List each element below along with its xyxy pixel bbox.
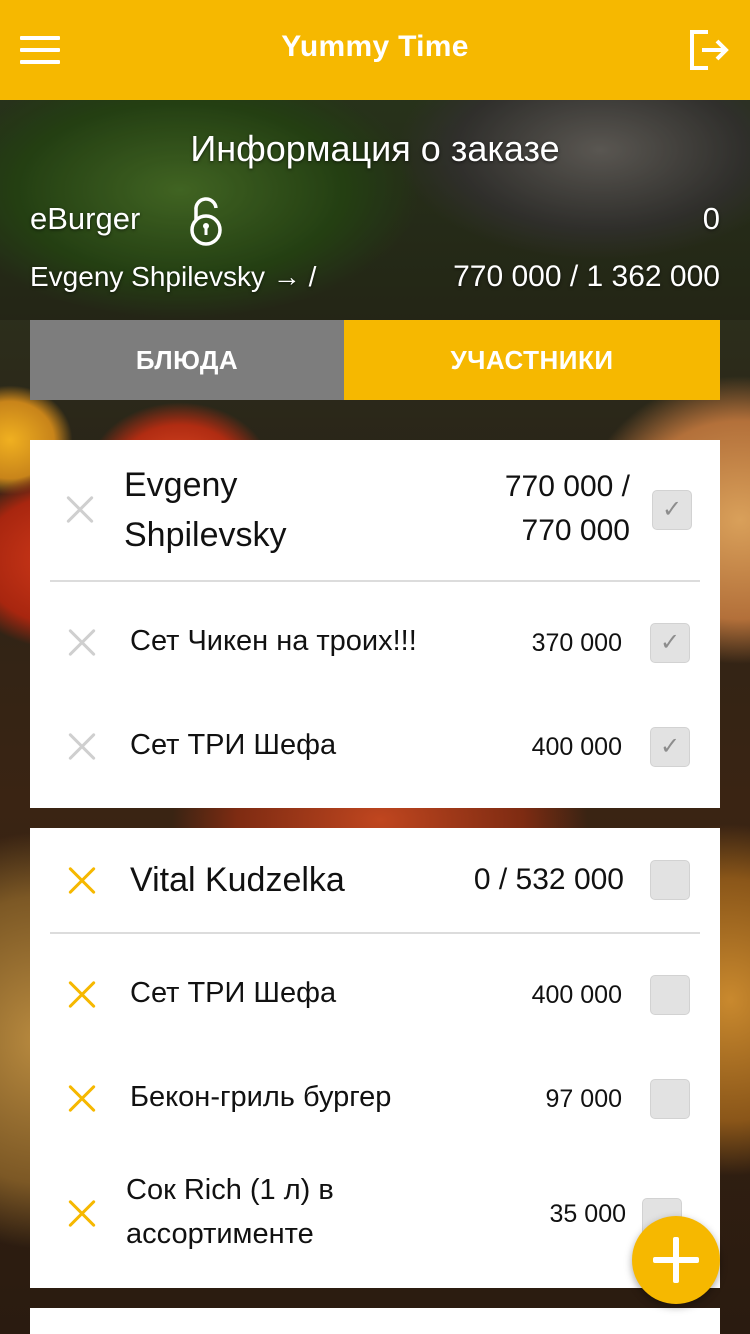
dish-paid-checkbox[interactable] <box>650 975 690 1015</box>
dish-name: Сет ТРИ Шефа <box>130 729 337 761</box>
participant-paid-checkbox[interactable]: ✓ <box>652 490 692 530</box>
dish-price: 400 000 <box>531 981 622 1009</box>
remove-item-icon[interactable] <box>67 732 97 762</box>
remove-participant-icon[interactable] <box>67 866 97 896</box>
dish-price: 35 000 <box>549 1200 626 1228</box>
dish-name: Сет Чикен на троих!!! <box>130 625 417 657</box>
tab-participants[interactable]: УЧАСТНИКИ <box>344 320 720 400</box>
participant-header-row: Evgeny Shpilevsky 770 000 / 770 000 ✓ <box>30 440 720 580</box>
order-count: 0 <box>702 201 720 236</box>
divider <box>50 580 700 582</box>
list-item: Сет ТРИ Шефа 400 000 <box>30 942 720 1046</box>
participant-name: Shpilevsky <box>124 516 287 554</box>
list-item: Бекон-гриль бургер 97 000 <box>30 1046 720 1150</box>
dish-name: Сок Rich (1 л) в <box>126 1174 334 1206</box>
remove-item-icon[interactable] <box>67 628 97 658</box>
list-item: Сет ТРИ Шефа 400 000 ✓ <box>30 694 720 798</box>
participant-card <box>30 1308 720 1334</box>
dish-price: 400 000 <box>531 733 622 761</box>
list-item: Сок Rich (1 л) в ассортименте 35 000 <box>30 1150 720 1280</box>
participant-card: Vital Kudzelka 0 / 532 000 Сет ТРИ Шефа … <box>30 828 720 1288</box>
restaurant-name: eBurger <box>30 201 141 236</box>
dish-name: Сет ТРИ Шефа <box>130 977 337 1009</box>
remove-item-icon[interactable] <box>67 1084 97 1114</box>
divider <box>50 932 700 934</box>
participant-amount: 0 / 532 000 <box>473 863 624 896</box>
top-app-bar: Yummy Time <box>0 0 750 100</box>
participant-paid-checkbox[interactable] <box>650 860 690 900</box>
dish-price: 370 000 <box>531 629 622 657</box>
participant-amount: 770 000 <box>521 514 630 547</box>
participant-name: Evgeny <box>124 466 238 504</box>
dish-paid-checkbox[interactable]: ✓ <box>650 727 690 767</box>
dish-paid-checkbox[interactable]: ✓ <box>650 623 690 663</box>
remove-participant-icon[interactable] <box>65 495 95 525</box>
participant-name: Vital Kudzelka <box>130 861 345 899</box>
logout-icon[interactable] <box>686 28 734 72</box>
dish-name: Бекон-гриль бургер <box>130 1081 392 1113</box>
order-totals: 770 000 / 1 362 000 <box>453 260 720 293</box>
order-info-title: Информация о заказе <box>190 128 560 169</box>
remove-item-icon[interactable] <box>67 980 97 1010</box>
unlocked-padlock-icon[interactable] <box>186 196 226 248</box>
dish-price: 97 000 <box>545 1085 622 1113</box>
add-plus-icon[interactable] <box>632 1216 720 1304</box>
participant-header-row: Vital Kudzelka 0 / 532 000 <box>30 828 720 932</box>
order-owner: Evgeny Shpilevsky → / <box>30 261 317 292</box>
remove-item-icon[interactable] <box>67 1199 97 1229</box>
dish-paid-checkbox[interactable] <box>650 1079 690 1119</box>
tab-bar: БЛЮДА УЧАСТНИКИ <box>30 320 720 400</box>
list-item: Сет Чикен на троих!!! 370 000 ✓ <box>30 590 720 694</box>
participant-amount: 770 000 / <box>504 470 630 503</box>
tab-dishes[interactable]: БЛЮДА <box>30 320 344 400</box>
app-title: Yummy Time <box>281 30 469 63</box>
participant-card: Evgeny Shpilevsky 770 000 / 770 000 ✓ Се… <box>30 440 720 808</box>
dish-name: ассортименте <box>126 1218 314 1250</box>
